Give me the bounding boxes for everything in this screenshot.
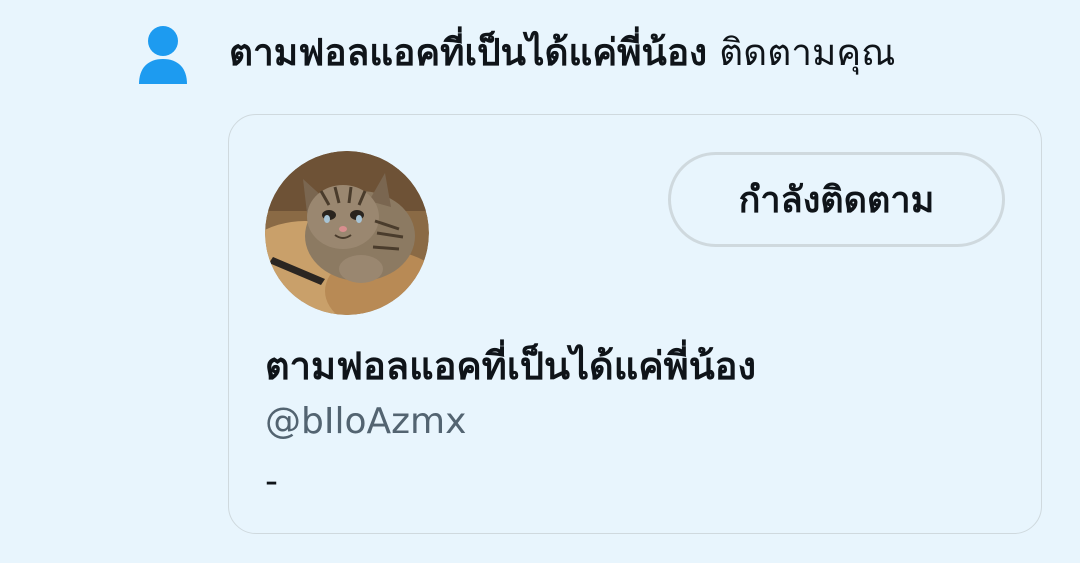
card-bio: -	[265, 461, 278, 502]
user-card[interactable]: กำลังติดตาม ตามฟอลแอคที่เป็นได้แค่พี่น้อ…	[228, 114, 1042, 534]
person-icon	[139, 26, 187, 84]
follow-notification[interactable]: ตามฟอลแอคที่เป็นได้แค่พี่น้อง ติดตามคุณ	[0, 0, 1080, 110]
notification-actor-name[interactable]: ตามฟอลแอคที่เป็นได้แค่พี่น้อง	[229, 31, 707, 74]
crying-cat-avatar	[265, 151, 429, 315]
following-button[interactable]: กำลังติดตาม	[668, 152, 1005, 247]
notification-action-text: ติดตามคุณ	[719, 31, 896, 74]
notification-text: ตามฟอลแอคที่เป็นได้แค่พี่น้อง ติดตามคุณ	[229, 28, 895, 78]
avatar[interactable]	[265, 151, 429, 315]
card-display-name[interactable]: ตามฟอลแอคที่เป็นได้แค่พี่น้อง	[265, 340, 756, 392]
card-handle[interactable]: @bIloAzmx	[265, 398, 466, 446]
